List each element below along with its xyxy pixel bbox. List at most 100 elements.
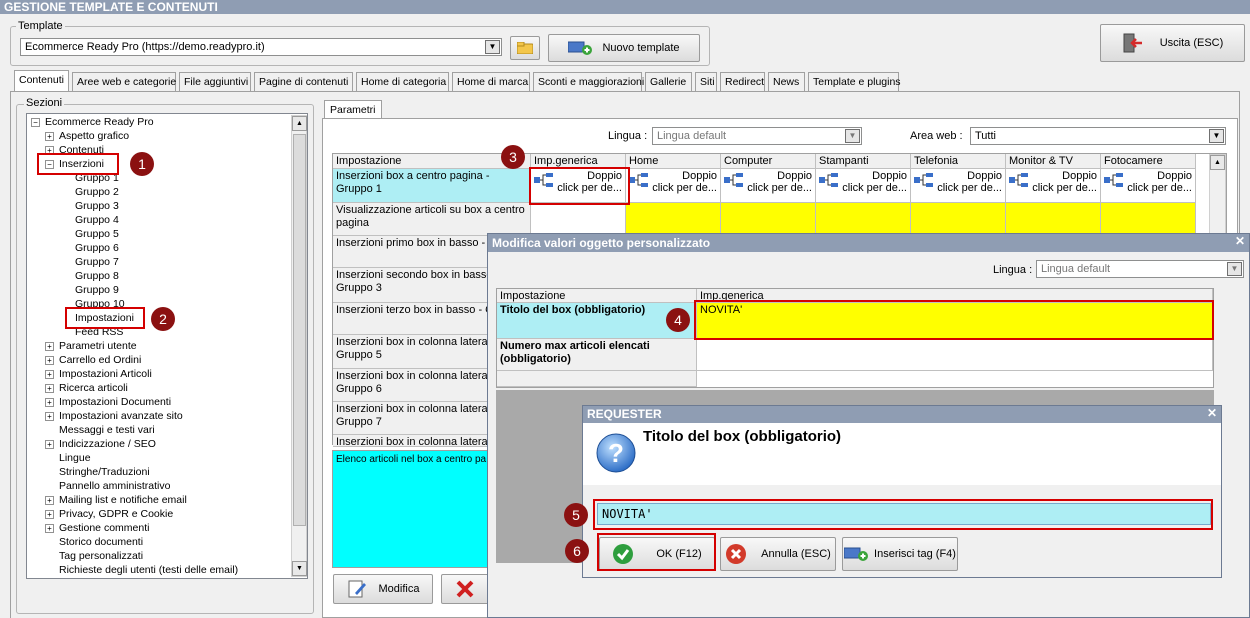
template-select[interactable]: Ecommerce Ready Pro (https://demo.readyp… [20, 38, 502, 56]
cancel-button[interactable]: Annulla (ESC) [720, 537, 836, 571]
grid-cell[interactable]: Doppio click per de... [816, 169, 911, 203]
new-template-button[interactable]: Nuovo template [548, 34, 700, 62]
expand-icon[interactable]: + [45, 131, 54, 141]
tab-contenuti[interactable]: Contenuti [14, 70, 69, 92]
tree-item-aspetto-grafico[interactable]: + Aspetto grafico [45, 130, 129, 143]
tree-item-gruppo-9[interactable]: Gruppo 9 [75, 284, 119, 297]
grid-col-header[interactable]: Telefonia [911, 154, 1006, 169]
scroll-up-icon[interactable]: ▲ [292, 116, 307, 131]
grid-cell[interactable]: Doppio click per de... [626, 169, 721, 203]
tab-siti[interactable]: Siti [695, 72, 717, 91]
expand-icon[interactable]: + [45, 523, 54, 533]
tree-item-gruppo-7[interactable]: Gruppo 7 [75, 256, 119, 269]
tree-item-gruppo-3[interactable]: Gruppo 3 [75, 200, 119, 213]
open-folder-button[interactable] [510, 36, 540, 60]
chevron-down-icon[interactable]: ▼ [485, 40, 500, 54]
tree-item-label: Lingue [59, 452, 91, 464]
expand-icon[interactable]: + [45, 495, 54, 505]
tree-item-label: Gruppo 6 [75, 242, 119, 254]
tab-pagine-di-contenuti[interactable]: Pagine di contenuti [254, 72, 353, 91]
chevron-down-icon[interactable]: ▼ [1227, 262, 1242, 276]
grid-col-header[interactable]: Stampanti [816, 154, 911, 169]
chevron-down-icon[interactable]: ▼ [1209, 129, 1224, 143]
tree-item-gruppo-4[interactable]: Gruppo 4 [75, 214, 119, 227]
tree-item-impostazioni-documenti[interactable]: + Impostazioni Documenti [45, 396, 171, 409]
grid-cell[interactable] [1101, 203, 1196, 236]
scroll-down-icon[interactable]: ▼ [292, 561, 307, 576]
tree-item-indicizzazione-seo[interactable]: + Indicizzazione / SEO [45, 438, 156, 451]
tree-item-carrello-ed-ordini[interactable]: + Carrello ed Ordini [45, 354, 141, 367]
insert-tag-button[interactable]: Inserisci tag (F4) [842, 537, 958, 571]
tree-item-messaggi-e-testi-vari[interactable]: Messaggi e testi vari [59, 424, 155, 437]
step-badge-2: 2 [151, 307, 175, 331]
grid-col-header[interactable]: Home [626, 154, 721, 169]
question-icon: ? [596, 433, 636, 473]
expand-icon[interactable]: + [45, 411, 54, 421]
grid-cell[interactable]: Doppio click per de... [1006, 169, 1101, 203]
tree-item-gestione-commenti[interactable]: + Gestione commenti [45, 522, 149, 535]
grid-cell[interactable]: Doppio click per de... [911, 169, 1006, 203]
tree-item-gruppo-5[interactable]: Gruppo 5 [75, 228, 119, 241]
tab-file-aggiuntivi[interactable]: File aggiuntivi [179, 72, 251, 91]
tab-template-e-plugins[interactable]: Template e plugins [808, 72, 901, 91]
tab-home-di-categoria[interactable]: Home di categoria [356, 72, 449, 91]
tree-item-privacy-gdpr-e-cookie[interactable]: + Privacy, GDPR e Cookie [45, 508, 173, 521]
tree-scrollbar[interactable]: ▲ ▼ [291, 115, 307, 577]
tree-item-label: Gruppo 9 [75, 284, 119, 296]
tree-root[interactable]: − Ecommerce Ready Pro [31, 116, 154, 129]
tree-item-lingue[interactable]: Lingue [59, 452, 91, 465]
tree-item-mailing-list-e-notifiche-email[interactable]: + Mailing list e notifiche email [45, 494, 187, 507]
tree-item-impostazioni-avanzate-sito[interactable]: + Impostazioni avanzate sito [45, 410, 183, 423]
tree-item-gruppo-8[interactable]: Gruppo 8 [75, 270, 119, 283]
tab-home-di-marca[interactable]: Home di marca [452, 72, 530, 91]
tab-parametri[interactable]: Parametri [324, 100, 382, 119]
expand-icon[interactable]: + [45, 509, 54, 519]
tab-gallerie[interactable]: Gallerie [645, 72, 692, 91]
tree-scroll-thumb[interactable] [293, 134, 306, 526]
close-icon[interactable]: ✕ [1207, 406, 1217, 420]
grid-cell[interactable]: Doppio click per de... [1101, 169, 1196, 203]
tree-item-parametri-utente[interactable]: + Parametri utente [45, 340, 137, 353]
chevron-down-icon[interactable]: ▼ [845, 129, 860, 143]
tree-item-storico-documenti[interactable]: Storico documenti [59, 536, 143, 549]
tree-item-stringhe-traduzioni[interactable]: Stringhe/Traduzioni [59, 466, 150, 479]
grid-col-header[interactable]: Fotocamere [1101, 154, 1196, 169]
grid-cell[interactable] [816, 203, 911, 236]
tree-item-impostazioni-articoli[interactable]: + Impostazioni Articoli [45, 368, 152, 381]
scroll-up-icon[interactable]: ▲ [1210, 155, 1225, 170]
grid-cell[interactable] [626, 203, 721, 236]
area-web-select[interactable]: Tutti ▼ [970, 127, 1226, 145]
grid-cell[interactable]: Doppio click per de... [721, 169, 816, 203]
expand-icon[interactable]: + [45, 383, 54, 393]
delete-button[interactable] [441, 574, 489, 604]
expand-icon[interactable]: + [45, 397, 54, 407]
tree-item-gruppo-6[interactable]: Gruppo 6 [75, 242, 119, 255]
grid-col-header[interactable]: Monitor & TV [1006, 154, 1101, 169]
dialog-row-max-value[interactable] [697, 339, 1213, 371]
lingua-select[interactable]: Lingua default ▼ [652, 127, 862, 145]
expand-icon[interactable]: + [45, 439, 54, 449]
grid-cell[interactable] [531, 203, 626, 236]
tree-item-label: Gestione commenti [59, 522, 150, 534]
tree-item-pannello-amministrativo[interactable]: Pannello amministrativo [59, 480, 170, 493]
modify-button[interactable]: Modifica [333, 574, 433, 604]
grid-cell[interactable] [911, 203, 1006, 236]
grid-cell[interactable] [1006, 203, 1101, 236]
grid-cell[interactable] [721, 203, 816, 236]
tab-news[interactable]: News [768, 72, 805, 91]
grid-col-header[interactable]: Computer [721, 154, 816, 169]
tree-item-tag-personalizzati[interactable]: Tag personalizzati [59, 550, 143, 563]
dialog-lingua-select[interactable]: Lingua default ▼ [1036, 260, 1244, 278]
close-icon[interactable]: ✕ [1235, 234, 1245, 248]
expand-icon[interactable]: + [45, 341, 54, 351]
tree-item-gruppo-2[interactable]: Gruppo 2 [75, 186, 119, 199]
expand-icon[interactable]: + [45, 355, 54, 365]
tab-aree-web-e-categorie[interactable]: Aree web e categorie [72, 72, 176, 91]
tree-item-richieste-degli-utenti-testi-delle-email[interactable]: Richieste degli utenti (testi delle emai… [59, 564, 238, 577]
tab-sconti-e-maggiorazioni[interactable]: Sconti e maggiorazioni [533, 72, 644, 91]
tree-item-ricerca-articoli[interactable]: + Ricerca articoli [45, 382, 128, 395]
exit-button[interactable]: Uscita (ESC) [1100, 24, 1245, 62]
expand-icon[interactable]: + [45, 369, 54, 379]
collapse-icon[interactable]: − [31, 117, 40, 127]
tab-redirect[interactable]: Redirect [720, 72, 765, 91]
